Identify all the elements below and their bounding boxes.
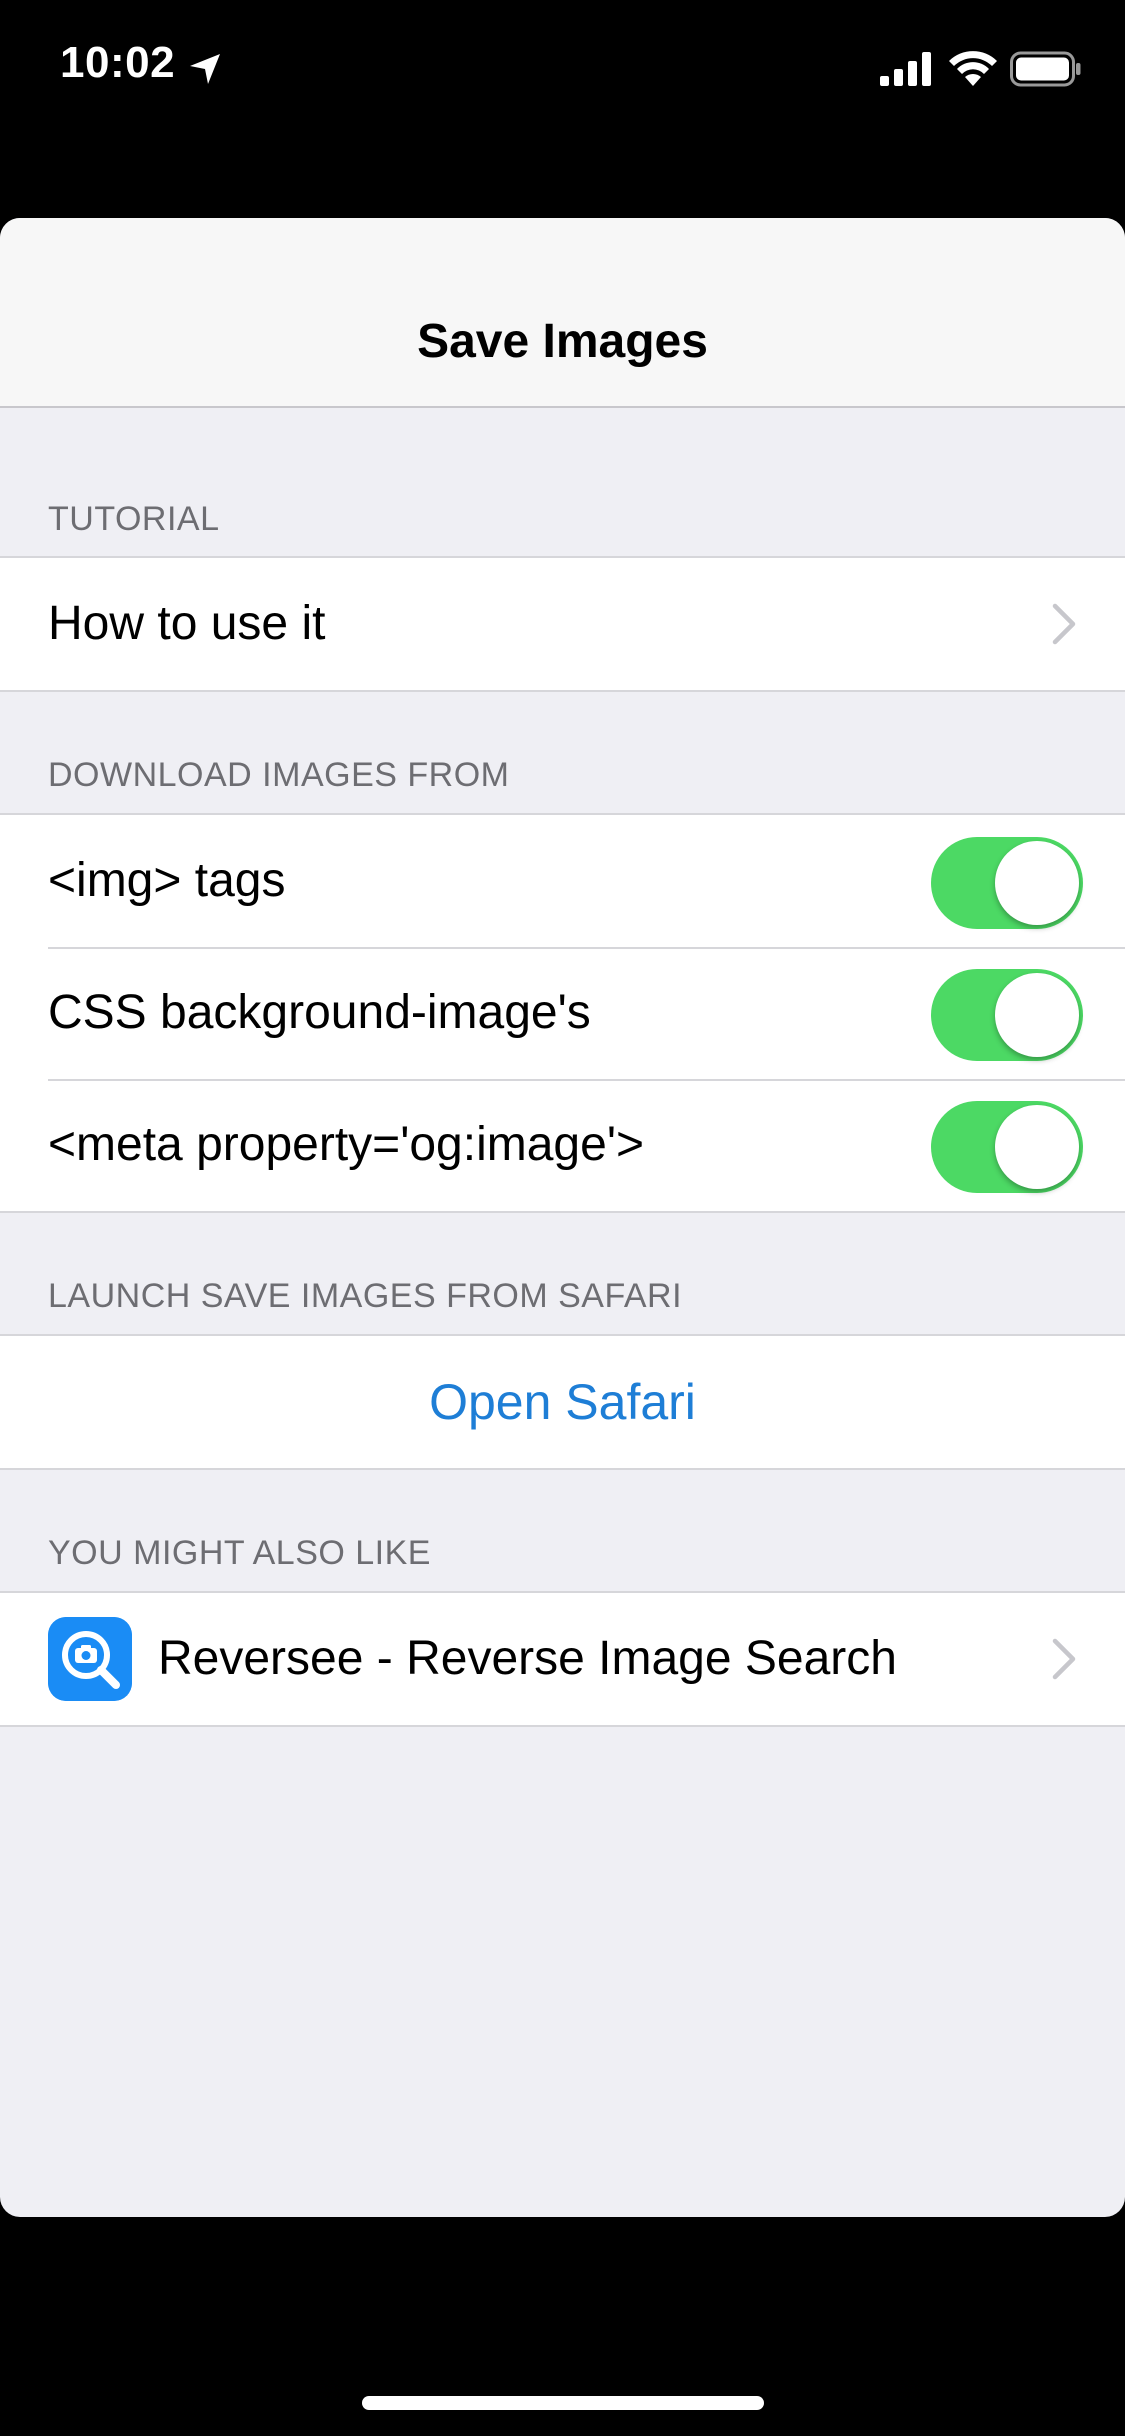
section-header-recommend: YOU MIGHT ALSO LIKE xyxy=(48,1534,431,1572)
recommend-group: Reversee - Reverse Image Search xyxy=(0,1591,1125,1727)
how-to-use-row[interactable]: How to use it xyxy=(0,558,1125,690)
download-group: <img> tags CSS background-image's <meta … xyxy=(0,813,1125,1213)
css-background-row: CSS background-image's xyxy=(0,947,1125,1079)
status-bar: 10:02 xyxy=(0,0,1125,140)
toggle-knob xyxy=(995,841,1079,925)
toggle-knob xyxy=(995,1105,1079,1189)
css-background-toggle[interactable] xyxy=(931,969,1083,1061)
img-tags-toggle[interactable] xyxy=(931,837,1083,929)
page-title: Save Images xyxy=(417,315,708,368)
home-indicator[interactable] xyxy=(362,2396,764,2410)
open-safari-row[interactable]: Open Safari xyxy=(0,1336,1125,1468)
section-header-download: DOWNLOAD IMAGES FROM xyxy=(48,756,510,794)
chevron-right-icon xyxy=(1052,603,1076,645)
img-tags-label: <img> tags xyxy=(48,854,286,907)
toggle-knob xyxy=(995,973,1079,1057)
wifi-icon xyxy=(949,51,997,86)
reversee-label: Reversee - Reverse Image Search xyxy=(158,1632,897,1685)
launch-group: Open Safari xyxy=(0,1334,1125,1470)
css-background-label: CSS background-image's xyxy=(48,986,591,1039)
how-to-use-label: How to use it xyxy=(48,597,326,650)
reversee-row[interactable]: Reversee - Reverse Image Search xyxy=(0,1593,1125,1725)
settings-sheet: Save Images TUTORIAL How to use it DOWNL… xyxy=(0,218,1125,2217)
status-time: 10:02 xyxy=(60,38,176,87)
meta-og-image-row: <meta property='og:image'> xyxy=(0,1079,1125,1211)
navigation-bar: Save Images xyxy=(0,218,1125,408)
cellular-signal-icon xyxy=(880,52,931,86)
reversee-app-icon xyxy=(48,1617,132,1701)
section-header-launch: LAUNCH SAVE IMAGES FROM SAFARI xyxy=(48,1277,683,1315)
meta-og-image-toggle[interactable] xyxy=(931,1101,1083,1193)
section-header-tutorial: TUTORIAL xyxy=(48,500,220,538)
meta-og-image-label: <meta property='og:image'> xyxy=(48,1118,645,1171)
chevron-right-icon xyxy=(1052,1638,1076,1680)
location-arrow-icon xyxy=(190,54,220,84)
tutorial-group: How to use it xyxy=(0,556,1125,692)
img-tags-row: <img> tags xyxy=(0,815,1125,947)
battery-icon xyxy=(1010,51,1081,87)
open-safari-button[interactable]: Open Safari xyxy=(0,1336,1125,1468)
